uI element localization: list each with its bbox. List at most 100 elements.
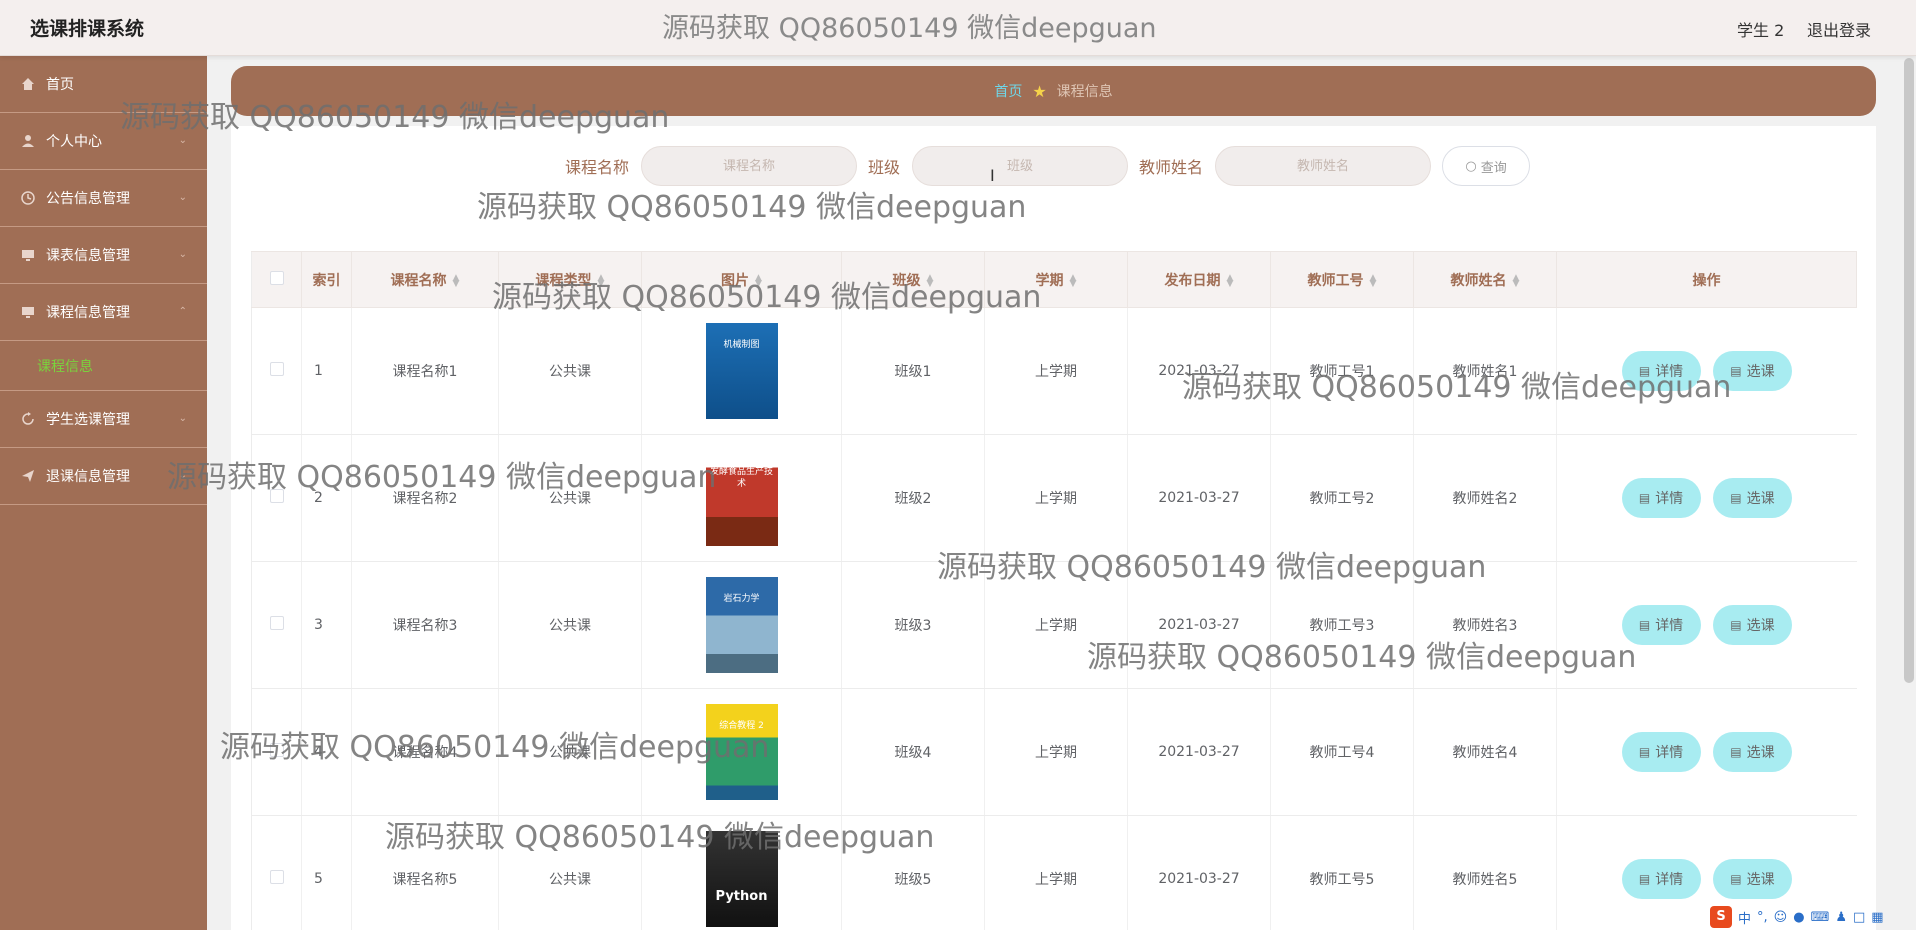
ime-skin-icon: □ [1852,909,1866,925]
cell-date: 2021-03-27 [1127,434,1271,562]
course-cover-image: 发酵食品生产技术 [705,450,778,546]
sidebar-item-personal[interactable]: 个人中心 ⌄ [0,113,207,170]
sidebar-item-schedule[interactable]: 课表信息管理 ⌄ [0,227,207,284]
course-name-label: 课程名称 [565,158,630,177]
cell-teacher-id: 教师工号5 [1270,815,1414,930]
cell-teacher-name: 教师姓名2 [1413,434,1557,562]
sidebar-item-withdraw[interactable]: 退课信息管理 ⌄ [0,448,207,505]
monitor-icon [20,304,36,320]
ime-mic-icon: ● [1793,909,1805,925]
row-checkbox[interactable] [269,489,284,503]
detail-button[interactable]: ▤ 详情 [1621,605,1701,645]
table-row: 5 课程名称5 公共课 Python 班级5 上学期 2021-03-27 教师… [251,815,1857,930]
cell-date: 2021-03-27 [1127,561,1271,689]
col-header-date[interactable]: 发布日期 ▲ ▼ [1127,251,1271,308]
sidebar-item-label: 个人中心 [46,134,102,150]
document-icon: ▤ [1638,618,1651,632]
col-header-index: 索引 [301,251,352,308]
row-checkbox[interactable] [269,616,284,630]
detail-button[interactable]: ▤ 详情 [1621,478,1701,518]
cell-term: 上学期 [984,307,1128,435]
sidebar-item-notice[interactable]: 公告信息管理 ⌄ [0,170,207,227]
chevron-down-icon: ⌄ [178,249,187,260]
course-cover-image: 岩石力学 [705,577,778,673]
row-checkbox[interactable] [269,362,284,376]
document-icon: ▤ [1638,872,1651,886]
row-checkbox[interactable] [269,870,284,884]
cell-actions: ▤ 详情 ▤ 选课 [1556,561,1857,689]
teacher-name-input[interactable] [1215,146,1432,186]
chevron-down-icon: ⌄ [178,135,187,146]
clock-icon [20,190,36,206]
cell-index: 4 [301,688,352,816]
sidebar-item-course[interactable]: 课程信息管理 ⌃ [0,284,207,341]
col-header-teacher-id[interactable]: 教师工号 ▲ ▼ [1270,251,1414,308]
vertical-scrollbar[interactable] [1904,58,1914,683]
document-icon: ▤ [1730,491,1742,505]
sidebar-item-label: 首页 [46,77,74,93]
search-button[interactable]: ○ 查询 [1442,146,1531,186]
select-course-button[interactable]: ▤ 选课 [1712,478,1792,518]
col-header-course-type[interactable]: 课程类型 ▲ ▼ [498,251,642,308]
sort-icon: ▲ ▼ [452,272,460,289]
app-title: 选课排课系统 [30,18,145,40]
cell-course-name: 课程名称5 [351,815,499,930]
document-icon: ▤ [1730,618,1742,632]
search-icon: ○ [1465,158,1477,174]
cell-teacher-id: 教师工号4 [1270,688,1414,816]
user-icon [20,133,36,149]
select-course-button[interactable]: ▤ 选课 [1712,859,1792,899]
cell-term: 上学期 [984,815,1128,930]
cell-date: 2021-03-27 [1127,307,1271,435]
ime-toolbar: S 中 °, ☺ ● ⌨ ♟ □ ▦ [1710,906,1884,928]
select-course-button[interactable]: ▤ 选课 [1712,605,1792,645]
cell-term: 上学期 [984,434,1128,562]
sort-icon: ▲ ▼ [755,272,762,289]
document-icon: ▤ [1638,745,1651,759]
cell-actions: ▤ 详情 ▤ 选课 [1556,434,1857,562]
col-header-image[interactable]: 图片 ▲ ▼ [641,251,842,308]
sidebar-item-selection[interactable]: 学生选课管理 ⌄ [0,391,207,448]
cell-term: 上学期 [984,688,1128,816]
detail-button[interactable]: ▤ 详情 [1621,351,1701,391]
cell-index: 5 [301,815,352,930]
ime-chinese-icon: 中 [1738,911,1752,927]
col-header-class[interactable]: 班级 ▲ ▼ [841,251,985,308]
course-name-input[interactable] [641,146,858,186]
cell-course-name: 课程名称2 [351,434,499,562]
ime-keyboard-icon: ⌨ [1810,909,1830,925]
logout-link[interactable]: 退出登录 [1807,17,1871,41]
cell-teacher-id: 教师工号1 [1270,307,1414,435]
cell-index: 2 [301,434,352,562]
row-checkbox[interactable] [269,743,284,757]
cell-course-type: 公共课 [498,561,642,689]
breadcrumb-home[interactable]: 首页 [994,81,1022,101]
sidebar-item-label: 公告信息管理 [46,191,130,207]
cell-index: 1 [301,307,352,435]
cell-date: 2021-03-27 [1127,815,1271,930]
refresh-icon [20,411,36,427]
cell-actions: ▤ 详情 ▤ 选课 [1556,307,1857,435]
select-all-checkbox[interactable] [269,270,284,285]
cell-teacher-id: 教师工号2 [1270,434,1414,562]
sort-icon: ▲ ▼ [1069,272,1077,289]
home-icon [20,76,36,92]
select-course-button[interactable]: ▤ 选课 [1712,351,1792,391]
detail-button[interactable]: ▤ 详情 [1621,859,1701,899]
class-input[interactable] [912,146,1129,186]
cell-class: 班级1 [841,307,985,435]
chevron-down-icon: ⌄ [178,192,187,203]
sidebar-item-home[interactable]: 首页 [0,56,207,113]
sidebar-subitem-course-info[interactable]: 课程信息 [0,341,207,391]
table-row: 1 课程名称1 公共课 机械制图 班级1 上学期 2021-03-27 教师工号… [251,307,1857,435]
col-header-term[interactable]: 学期 ▲ ▼ [984,251,1128,308]
sort-icon: ▲ ▼ [1512,272,1520,289]
col-header-course-name[interactable]: 课程名称 ▲ ▼ [351,251,499,308]
detail-button[interactable]: ▤ 详情 [1621,732,1701,772]
sidebar-item-label: 课程信息管理 [46,305,130,321]
top-header: 选课排课系统 源码获取 QQ86050149 微信deepguan 学生 2 退… [0,0,1916,56]
select-course-button[interactable]: ▤ 选课 [1712,732,1792,772]
col-header-teacher-name[interactable]: 教师姓名 ▲ ▼ [1413,251,1557,308]
cell-teacher-id: 教师工号3 [1270,561,1414,689]
teacher-name-label: 教师姓名 [1139,158,1204,177]
